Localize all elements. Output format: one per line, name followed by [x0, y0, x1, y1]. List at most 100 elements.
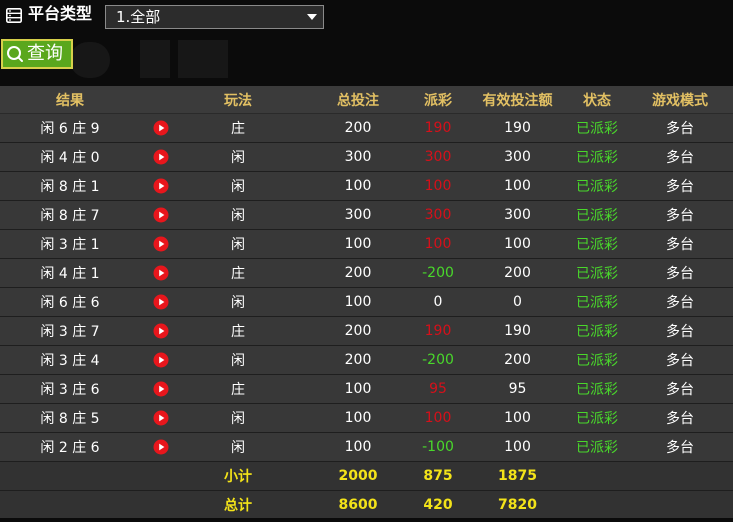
cell-play-method: 庄 [231, 324, 245, 340]
cell-game-mode: 多台 [666, 237, 694, 253]
cell-result: 闲 4 庄 0 [40, 150, 100, 166]
play-icon [153, 236, 169, 252]
cell-status: 已派彩 [576, 295, 618, 311]
cell-payout: -200 [422, 352, 454, 368]
cell-total-bet: 300 [344, 207, 372, 223]
replay-button[interactable] [150, 259, 172, 287]
column-header-result: 结果 [56, 92, 84, 109]
platform-type-select[interactable]: 1.全部 [105, 5, 324, 29]
replay-button[interactable] [150, 433, 172, 461]
cell-status: 已派彩 [576, 208, 618, 224]
cell-game-mode: 多台 [666, 440, 694, 456]
cell-valid-bet: 95 [508, 381, 527, 397]
cell-payout: -100 [422, 439, 454, 455]
cell-valid-bet: 0 [513, 294, 522, 310]
column-header-play-method: 玩法 [224, 92, 252, 109]
cell-payout: 300 [424, 207, 452, 223]
cell-payout: 190 [424, 323, 452, 339]
subtotal-valid-bet: 1875 [498, 468, 537, 484]
cell-play-method: 闲 [231, 440, 245, 456]
replay-button[interactable] [150, 404, 172, 432]
cell-total-bet: 100 [344, 381, 372, 397]
cell-result: 闲 6 庄 6 [40, 295, 100, 311]
list-icon [6, 8, 22, 23]
table-row: 闲 8 庄 7 闲 300 300 300 已派彩 多台 [0, 201, 733, 230]
cell-play-method: 闲 [231, 353, 245, 369]
cell-status: 已派彩 [576, 150, 618, 166]
cell-valid-bet: 100 [504, 178, 531, 194]
replay-button[interactable] [150, 346, 172, 374]
replay-button[interactable] [150, 201, 172, 229]
replay-button[interactable] [150, 172, 172, 200]
background-decoration [70, 42, 110, 78]
query-button-label: 查询 [27, 43, 63, 64]
table-row: 闲 6 庄 9 庄 200 190 190 已派彩 多台 [0, 114, 733, 143]
replay-button[interactable] [150, 288, 172, 316]
replay-button[interactable] [150, 230, 172, 258]
cell-total-bet: 100 [344, 294, 372, 310]
cell-payout: -200 [422, 265, 454, 281]
cell-total-bet: 100 [344, 439, 372, 455]
cell-payout: 190 [424, 120, 452, 136]
total-label: 总计 [224, 497, 252, 514]
total-row: 总计 8600 420 7820 [0, 491, 733, 518]
query-button[interactable]: 查询 [1, 39, 73, 69]
cell-result: 闲 8 庄 5 [40, 411, 100, 427]
play-icon [153, 265, 169, 281]
replay-button[interactable] [150, 143, 172, 171]
cell-game-mode: 多台 [666, 353, 694, 369]
cell-status: 已派彩 [576, 179, 618, 195]
cell-play-method: 闲 [231, 208, 245, 224]
table-row: 闲 3 庄 4 闲 200 -200 200 已派彩 多台 [0, 346, 733, 375]
cell-play-method: 庄 [231, 382, 245, 398]
cell-game-mode: 多台 [666, 382, 694, 398]
cell-valid-bet: 100 [504, 439, 531, 455]
replay-button[interactable] [150, 114, 172, 142]
play-icon [153, 439, 169, 455]
play-icon [153, 178, 169, 194]
cell-payout: 0 [433, 294, 443, 310]
cell-total-bet: 200 [344, 120, 372, 136]
column-header-total-bet: 总投注 [337, 92, 379, 109]
replay-button[interactable] [150, 317, 172, 345]
play-icon [153, 323, 169, 339]
total-payout: 420 [423, 496, 453, 513]
cell-valid-bet: 200 [504, 265, 531, 281]
cell-result: 闲 8 庄 7 [40, 208, 100, 224]
cell-payout: 100 [424, 236, 452, 252]
table-row: 闲 3 庄 6 庄 100 95 95 已派彩 多台 [0, 375, 733, 404]
cell-total-bet: 100 [344, 236, 372, 252]
cell-total-bet: 200 [344, 352, 372, 368]
cell-play-method: 庄 [231, 121, 245, 137]
cell-play-method: 庄 [231, 266, 245, 282]
cell-status: 已派彩 [576, 440, 618, 456]
column-header-valid-bet: 有效投注额 [482, 92, 553, 109]
background-decoration [140, 40, 170, 78]
total-bet: 8600 [338, 496, 378, 513]
cell-game-mode: 多台 [666, 150, 694, 166]
cell-play-method: 闲 [231, 179, 245, 195]
table-row: 闲 3 庄 7 庄 200 190 190 已派彩 多台 [0, 317, 733, 346]
subtotal-bet: 2000 [338, 468, 378, 484]
cell-game-mode: 多台 [666, 295, 694, 311]
play-icon [153, 120, 169, 136]
cell-result: 闲 3 庄 7 [40, 324, 100, 340]
cell-valid-bet: 100 [504, 236, 531, 252]
platform-type-label: 平台类型 [28, 4, 93, 23]
cell-valid-bet: 190 [504, 120, 531, 136]
cell-result: 闲 3 庄 6 [40, 382, 100, 398]
cell-total-bet: 200 [344, 265, 372, 281]
replay-button[interactable] [150, 375, 172, 403]
cell-total-bet: 100 [344, 410, 372, 426]
column-header-game-mode: 游戏模式 [652, 92, 708, 109]
play-icon [153, 149, 169, 165]
cell-total-bet: 300 [344, 149, 372, 165]
total-valid-bet: 7820 [498, 496, 537, 513]
table-row: 闲 8 庄 5 闲 100 100 100 已派彩 多台 [0, 404, 733, 433]
play-icon [153, 381, 169, 397]
table-header: 结果 玩法 总投注 派彩 有效投注额 状态 游戏模式 [0, 86, 733, 114]
cell-status: 已派彩 [576, 237, 618, 253]
cell-valid-bet: 300 [504, 149, 531, 165]
cell-result: 闲 4 庄 1 [40, 266, 100, 282]
cell-result: 闲 3 庄 4 [40, 353, 100, 369]
